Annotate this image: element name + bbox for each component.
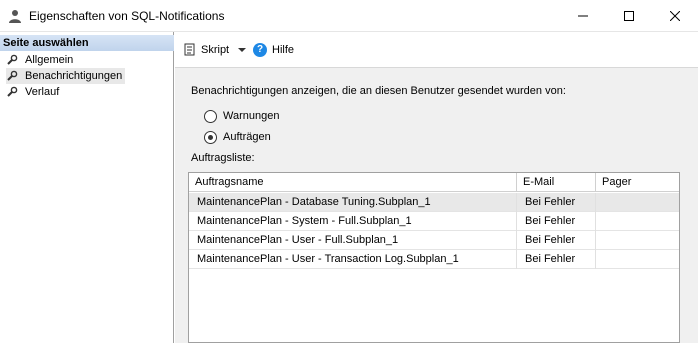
job-name-cell: MaintenancePlan - System - Full.Subplan_… <box>189 212 517 231</box>
help-icon: ? <box>253 43 267 57</box>
job-list-label: Auftragsliste: <box>191 152 255 164</box>
radio-button[interactable] <box>204 109 217 123</box>
help-button[interactable]: ? Hilfe <box>253 41 294 59</box>
maximize-icon <box>624 11 634 21</box>
table-row[interactable]: MaintenancePlan - User - Transaction Log… <box>189 250 679 269</box>
script-icon <box>184 43 195 56</box>
pager-cell[interactable] <box>596 250 679 269</box>
wrench-icon <box>7 70 18 81</box>
sidebar-item-label: Allgemein <box>25 54 74 66</box>
minimize-icon <box>578 15 588 17</box>
table-row[interactable]: MaintenancePlan - User - Full.Subplan_1 … <box>189 231 679 250</box>
email-cell[interactable]: Bei Fehler <box>517 193 596 212</box>
radio-warnings[interactable]: Warnungen <box>204 108 279 124</box>
column-header-auftragsname[interactable]: Auftragsname <box>189 173 517 192</box>
radio-label: Warnungen <box>223 110 280 122</box>
pager-cell[interactable] <box>596 193 679 212</box>
page-selector-pane: Seite auswählen Allgemein Benachrichtigu… <box>0 32 174 343</box>
sidebar-item-verlauf[interactable]: Verlauf <box>6 84 59 100</box>
pager-cell[interactable] <box>596 231 679 250</box>
job-name-cell: MaintenancePlan - User - Transaction Log… <box>189 250 517 269</box>
close-button[interactable] <box>652 0 698 32</box>
sidebar-item-label: Verlauf <box>25 86 60 98</box>
minimize-button[interactable] <box>560 0 606 32</box>
page-selector-header: Seite auswählen <box>0 35 174 51</box>
title-bar: Eigenschaften von SQL-Notifications <box>0 0 698 32</box>
job-name-cell: MaintenancePlan - User - Full.Subplan_1 <box>189 231 517 250</box>
radio-jobs[interactable]: Aufträgen <box>204 129 271 145</box>
chevron-down-icon[interactable] <box>238 48 247 52</box>
maximize-button[interactable] <box>606 0 652 32</box>
radio-label: Aufträgen <box>223 131 271 143</box>
user-icon <box>9 10 21 23</box>
sidebar-item-allgemein[interactable]: Allgemein <box>6 52 73 68</box>
script-button[interactable]: Skript <box>183 41 247 59</box>
properties-pane: Skript ? Hilfe Benachrichtigungen anzeig… <box>175 32 698 343</box>
table-row[interactable]: MaintenancePlan - System - Full.Subplan_… <box>189 212 679 231</box>
window-title: Eigenschaften von SQL-Notifications <box>29 9 225 23</box>
table-row[interactable]: MaintenancePlan - Database Tuning.Subpla… <box>189 193 679 212</box>
radio-button[interactable] <box>204 130 217 144</box>
email-cell[interactable]: Bei Fehler <box>517 231 596 250</box>
table-header: Auftragsname E-Mail Pager <box>189 173 679 192</box>
column-header-email[interactable]: E-Mail <box>517 173 596 192</box>
job-name-cell: MaintenancePlan - Database Tuning.Subpla… <box>189 193 517 212</box>
sidebar-item-label: Benachrichtigungen <box>25 70 123 82</box>
pager-cell[interactable] <box>596 212 679 231</box>
email-cell[interactable]: Bei Fehler <box>517 250 596 269</box>
job-list-table[interactable]: Auftragsname E-Mail Pager MaintenancePla… <box>188 172 680 343</box>
column-header-pager[interactable]: Pager <box>596 173 679 192</box>
notification-description: Benachrichtigungen anzeigen, die an dies… <box>191 85 566 97</box>
wrench-icon <box>7 86 18 97</box>
close-icon <box>670 11 680 21</box>
email-cell[interactable]: Bei Fehler <box>517 212 596 231</box>
sidebar-item-benachrichtigungen[interactable]: Benachrichtigungen <box>6 68 126 84</box>
help-label: Hilfe <box>272 44 295 56</box>
toolbar: Skript ? Hilfe <box>175 32 698 68</box>
wrench-icon <box>7 54 18 65</box>
script-label: Skript <box>201 44 230 56</box>
